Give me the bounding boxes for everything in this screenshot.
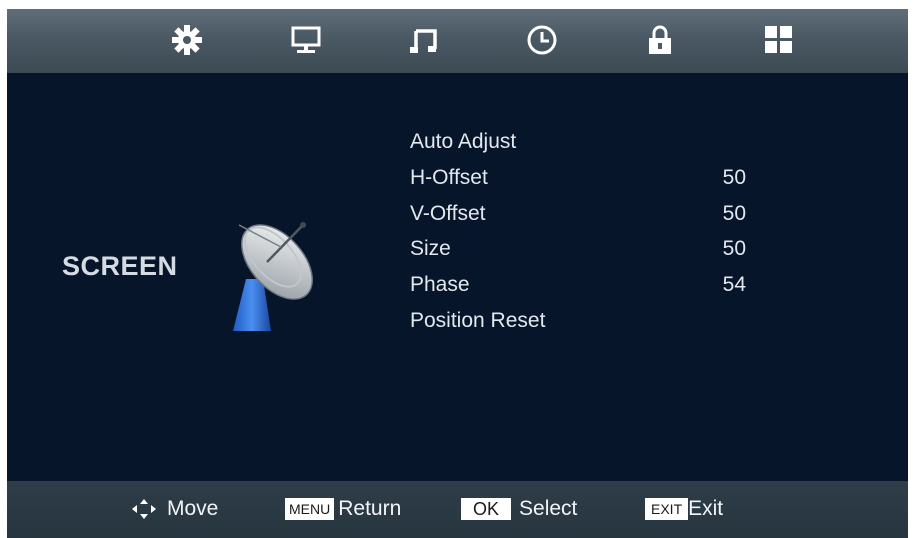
menu-item-h-offset[interactable]: H-Offset — [410, 166, 488, 190]
menu-item-size[interactable]: Size — [410, 237, 451, 261]
dpad-arrows-icon — [131, 498, 157, 520]
return-hint: MENU Return — [285, 497, 401, 521]
phase-value: 54 — [722, 273, 746, 296]
menu-item-position-reset[interactable]: Position Reset — [410, 309, 545, 333]
osd-window: SCREEN Auto Adjust H-Offset 50 V-Offset … — [7, 9, 908, 538]
key-hint-bar: Move MENU Return OK Select EXIT Exit — [7, 481, 908, 538]
ok-key: OK — [461, 498, 512, 520]
menu-item-phase[interactable]: Phase — [410, 273, 470, 297]
satellite-dish-icon — [219, 207, 329, 336]
return-label: Return — [338, 497, 402, 520]
menu-tab-bar — [7, 9, 908, 73]
screen-menu-panel: SCREEN Auto Adjust H-Offset 50 V-Offset … — [7, 73, 908, 481]
section-title: SCREEN — [62, 251, 178, 281]
select-label: Select — [519, 497, 578, 520]
v-offset-value: 50 — [722, 202, 746, 225]
h-offset-value: 50 — [722, 166, 746, 189]
menu-key: MENU — [285, 498, 335, 520]
exit-label: Exit — [688, 497, 724, 520]
move-hint: Move — [131, 497, 218, 521]
select-hint: OK Select — [461, 497, 577, 521]
monitor-icon[interactable] — [289, 23, 323, 57]
menu-item-v-offset[interactable]: V-Offset — [410, 202, 485, 226]
lock-icon[interactable] — [643, 23, 677, 57]
clock-icon[interactable] — [525, 23, 559, 57]
grid-icon[interactable] — [762, 23, 796, 57]
move-label: Move — [167, 497, 219, 520]
picture-gear-icon[interactable] — [170, 23, 204, 57]
size-value: 50 — [722, 237, 746, 260]
menu-item-auto-adjust[interactable]: Auto Adjust — [410, 130, 516, 154]
music-note-icon[interactable] — [407, 23, 441, 57]
exit-key: EXIT — [645, 498, 689, 520]
exit-hint: EXIT Exit — [645, 497, 723, 521]
